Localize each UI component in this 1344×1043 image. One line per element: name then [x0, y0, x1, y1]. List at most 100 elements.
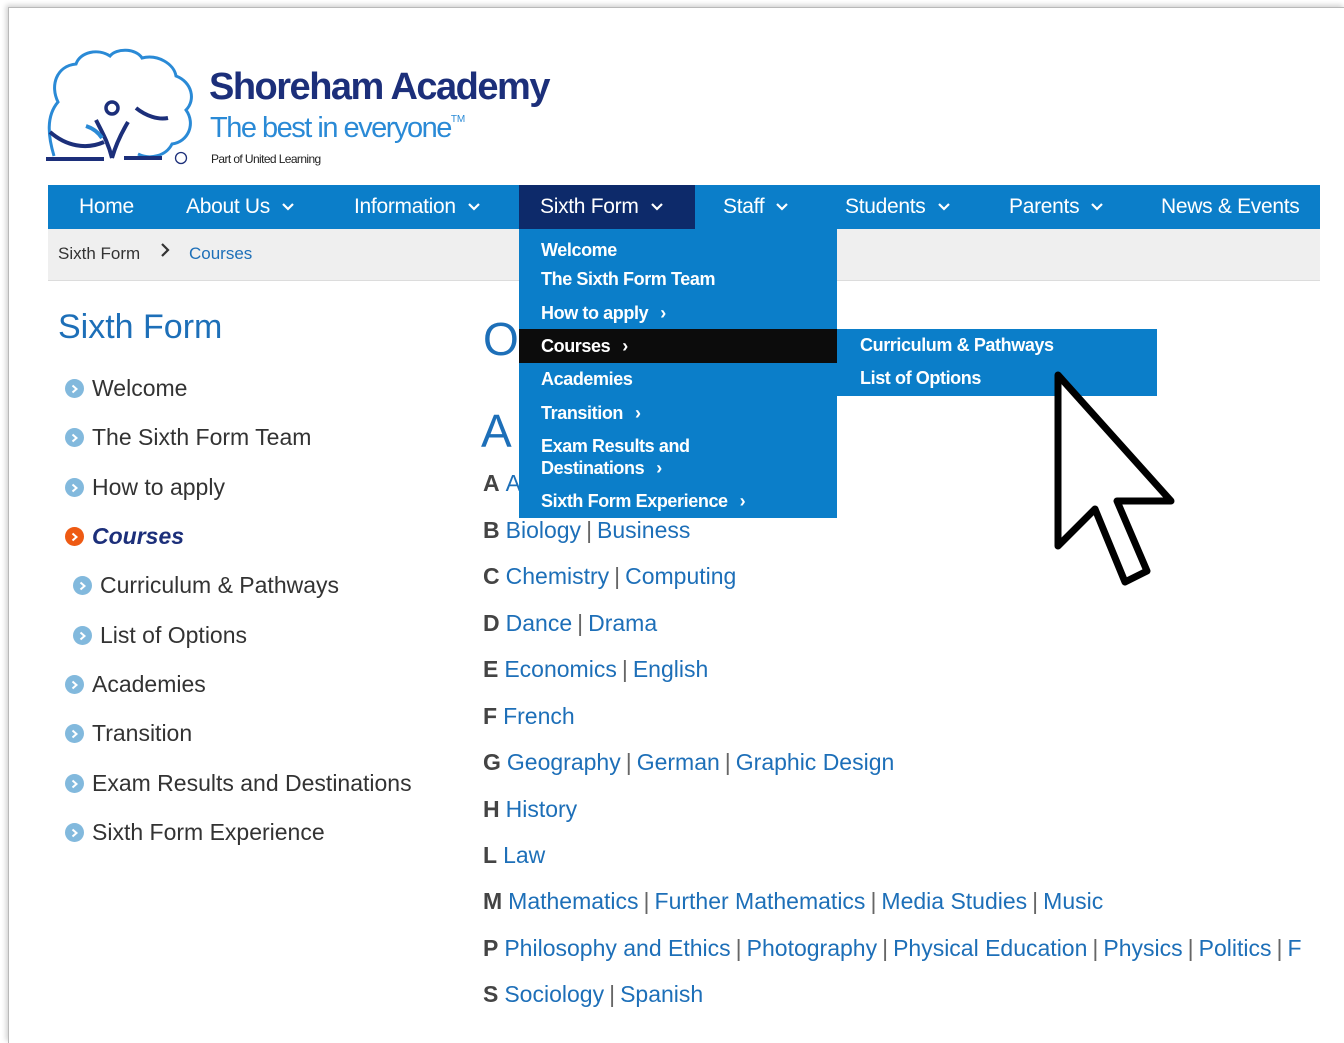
sidebar-item-list-of-options[interactable]: List of Options	[73, 622, 247, 649]
dropdown-item-exam-results[interactable]: Exam Results and Destinations ›	[519, 435, 837, 479]
nav-label: Home	[79, 195, 134, 218]
row-letter: P	[483, 935, 499, 961]
sidebar-item-sixth-form-team[interactable]: The Sixth Form Team	[65, 424, 311, 451]
subject-link[interactable]: Physics	[1103, 935, 1182, 961]
sidebar-item-academies[interactable]: Academies	[65, 671, 206, 698]
sidebar-item-label: Courses	[92, 523, 185, 549]
chevron-circle-icon	[65, 428, 84, 447]
sidebar-item-welcome[interactable]: Welcome	[65, 375, 187, 402]
chevron-down-icon	[467, 203, 480, 212]
subject-link[interactable]: Economics	[504, 656, 616, 682]
nav-students[interactable]: Students	[845, 185, 950, 229]
row-letter: L	[483, 842, 498, 868]
subject-link[interactable]: F	[1287, 935, 1301, 961]
chevron-circle-icon	[65, 823, 84, 842]
subject-link[interactable]: Further Mathematics	[655, 888, 866, 914]
subject-link[interactable]: Music	[1043, 888, 1103, 914]
sixth-form-dropdown-menu: Welcome The Sixth Form Team How to apply…	[519, 229, 837, 518]
sidebar-title: Sixth Form	[58, 308, 223, 346]
trademark-mark: TM	[450, 114, 466, 126]
subject-link[interactable]: Business	[597, 517, 690, 543]
dropdown-item-label-line2: Destinations	[541, 458, 645, 478]
subject-link[interactable]: English	[633, 656, 708, 682]
subject-link[interactable]: Media Studies	[881, 888, 1027, 914]
dropdown-item-transition[interactable]: Transition ›	[519, 396, 837, 430]
chevron-right-icon: ›	[635, 403, 641, 423]
sidebar-item-sixth-form-experience[interactable]: Sixth Form Experience	[65, 819, 325, 846]
subject-link[interactable]: Biology	[506, 517, 581, 543]
page-title: O	[483, 313, 519, 365]
subject-row: B Biology | Business	[483, 517, 690, 544]
subject-link[interactable]: Politics	[1199, 935, 1272, 961]
subject-link[interactable]: Sociology	[504, 981, 604, 1007]
subject-link[interactable]: German	[637, 749, 720, 775]
subject-link[interactable]: Graphic Design	[736, 749, 895, 775]
dropdown-item-how-to-apply[interactable]: How to apply ›	[519, 296, 837, 330]
academy-logo-icon	[46, 48, 193, 165]
nav-staff[interactable]: Staff	[723, 185, 789, 229]
subject-link[interactable]: Computing	[625, 563, 736, 589]
sidebar-item-how-to-apply[interactable]: How to apply	[65, 474, 225, 501]
chevron-circle-icon	[73, 626, 92, 645]
chevron-circle-icon	[65, 379, 84, 398]
breadcrumb-link-sixth-form[interactable]: Sixth Form	[58, 244, 140, 264]
breadcrumb-current[interactable]: Courses	[189, 244, 252, 264]
dropdown-item-label: How to apply	[541, 303, 649, 323]
chevron-circle-icon	[65, 478, 84, 497]
dropdown-item-label: The Sixth Form Team	[541, 269, 716, 289]
dropdown-item-sixth-form-experience[interactable]: Sixth Form Experience ›	[519, 485, 837, 518]
sidebar-item-label: The Sixth Form Team	[92, 424, 312, 450]
row-letter: H	[483, 796, 500, 822]
sidebar-item-label: Transition	[92, 720, 193, 746]
nav-label: Parents	[1009, 195, 1080, 218]
chevron-down-icon	[937, 203, 950, 212]
chevron-right-icon: ›	[656, 458, 662, 478]
subject-link[interactable]: Mathematics	[508, 888, 638, 914]
subject-link[interactable]: Geography	[507, 749, 621, 775]
flyout-item-list-of-options[interactable]: List of Options	[860, 368, 981, 389]
nav-news-events[interactable]: News & Events	[1161, 185, 1300, 229]
nav-label: About Us	[186, 195, 270, 218]
section-letter-heading: A	[481, 405, 512, 457]
subject-link[interactable]: Spanish	[620, 981, 703, 1007]
dropdown-item-label: Welcome	[541, 240, 617, 260]
sidebar-item-label: Exam Results and Destinations	[92, 770, 412, 796]
sidebar-item-curriculum-pathways[interactable]: Curriculum & Pathways	[73, 572, 339, 599]
separator: |	[1187, 935, 1194, 961]
subject-link[interactable]: Law	[503, 842, 545, 868]
subject-link[interactable]: History	[506, 796, 578, 822]
subject-link[interactable]: Dance	[506, 610, 572, 636]
dropdown-item-label: Courses	[541, 336, 611, 356]
nav-home[interactable]: Home	[79, 185, 134, 229]
subject-link[interactable]: Chemistry	[506, 563, 610, 589]
nav-sixth-form[interactable]: Sixth Form	[519, 185, 695, 229]
nav-about-us[interactable]: About Us	[186, 185, 294, 229]
row-letter: S	[483, 981, 499, 1007]
subject-link[interactable]: Physical Education	[893, 935, 1087, 961]
chevron-circle-icon	[65, 675, 84, 694]
nav-label: Sixth Form	[540, 195, 639, 218]
sidebar-item-label: Academies	[92, 671, 206, 697]
chevron-right-icon: ›	[660, 303, 666, 323]
chevron-down-icon	[776, 203, 789, 212]
dropdown-item-academies[interactable]: Academies	[519, 363, 837, 396]
row-letter: A	[483, 470, 500, 496]
separator: |	[609, 981, 616, 1007]
dropdown-item-courses[interactable]: Courses ›	[519, 329, 837, 363]
subject-link[interactable]: Photography	[747, 935, 877, 961]
nav-parents[interactable]: Parents	[1009, 185, 1104, 229]
sidebar-item-transition[interactable]: Transition	[65, 720, 192, 747]
site-tagline: The best in everyoneTM	[210, 112, 465, 145]
nav-label: Information	[354, 195, 456, 218]
flyout-item-curriculum-pathways[interactable]: Curriculum & Pathways	[860, 335, 1054, 356]
sidebar-item-exam-results[interactable]: Exam Results and Destinations	[65, 770, 412, 797]
dropdown-item-sixth-form-team[interactable]: The Sixth Form Team	[519, 262, 837, 296]
subject-link[interactable]: French	[503, 703, 575, 729]
subject-link[interactable]: Philosophy and Ethics	[504, 935, 730, 961]
subject-link[interactable]: Drama	[588, 610, 657, 636]
separator: |	[1092, 935, 1099, 961]
row-letter: G	[483, 749, 501, 775]
nav-information[interactable]: Information	[354, 185, 480, 229]
separator: |	[870, 888, 877, 914]
sidebar-item-courses[interactable]: Courses	[65, 523, 184, 550]
